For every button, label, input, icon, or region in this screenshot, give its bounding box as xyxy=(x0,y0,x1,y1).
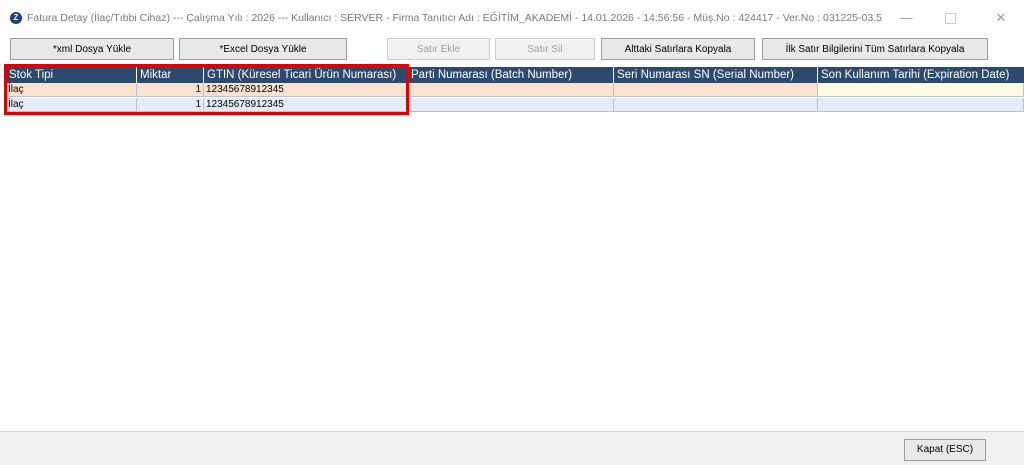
column-header-stock-type[interactable]: Stok Tipi xyxy=(6,67,137,83)
xml-upload-button[interactable]: *xml Dosya Yükle xyxy=(10,38,174,60)
cell-expiration-date[interactable] xyxy=(818,98,1024,112)
maximize-icon xyxy=(944,13,956,25)
cell-quantity[interactable]: 1 xyxy=(137,98,204,112)
title-bar: Z Fatura Detay (İlaç/Tıbbi Cihaz) --- Ça… xyxy=(0,0,1024,36)
cell-quantity[interactable]: 1 xyxy=(137,83,204,97)
table-row[interactable]: İlaç 1 12345678912345 xyxy=(6,83,1024,97)
column-header-gtin[interactable]: GTIN (Küresel Ticari Ürün Numarası) xyxy=(204,67,408,83)
cell-batch-number[interactable] xyxy=(408,98,614,112)
maximize-button[interactable] xyxy=(930,6,970,30)
table-row[interactable]: İlaç 1 12345678912345 xyxy=(6,98,1024,112)
delete-row-button[interactable]: Satır Sil xyxy=(495,38,595,60)
cell-serial-number[interactable] xyxy=(614,98,818,112)
cell-batch-number[interactable] xyxy=(408,83,614,97)
column-header-expiration-date[interactable]: Son Kullanım Tarihi (Expiration Date) xyxy=(818,67,1024,83)
cell-stock-type[interactable]: İlaç xyxy=(6,83,137,97)
column-header-batch-number[interactable]: Parti Numarası (Batch Number) xyxy=(408,67,614,83)
column-header-serial-number[interactable]: Seri Numarası SN (Serial Number) xyxy=(614,67,818,83)
copy-to-rows-below-button[interactable]: Alttaki Satırlara Kopyala xyxy=(601,38,755,60)
cell-gtin[interactable]: 12345678912345 xyxy=(204,83,408,97)
column-header-quantity[interactable]: Miktar xyxy=(137,67,204,83)
app-logo-icon: Z xyxy=(10,12,22,24)
cell-serial-number[interactable] xyxy=(614,83,818,97)
cell-expiration-date[interactable] xyxy=(818,83,1024,97)
minimize-button[interactable]: — xyxy=(886,6,926,30)
window-title: Fatura Detay (İlaç/Tıbbi Cihaz) --- Çalı… xyxy=(27,12,882,24)
cell-gtin[interactable]: 12345678912345 xyxy=(204,98,408,112)
close-window-button[interactable]: ✕ xyxy=(981,6,1021,30)
add-row-button[interactable]: Satır Ekle xyxy=(387,38,490,60)
grid-header: Stok Tipi Miktar GTIN (Küresel Ticari Ür… xyxy=(6,67,1024,83)
excel-upload-button[interactable]: *Excel Dosya Yükle xyxy=(179,38,347,60)
invoice-detail-grid: Stok Tipi Miktar GTIN (Küresel Ticari Ür… xyxy=(6,67,1024,113)
cell-stock-type[interactable]: İlaç xyxy=(6,98,137,112)
bottom-bar: Kapat (ESC) xyxy=(0,431,1024,465)
close-button[interactable]: Kapat (ESC) xyxy=(904,439,986,461)
copy-first-row-to-all-button[interactable]: İlk Satır Bilgilerini Tüm Satırlara Kopy… xyxy=(762,38,988,60)
